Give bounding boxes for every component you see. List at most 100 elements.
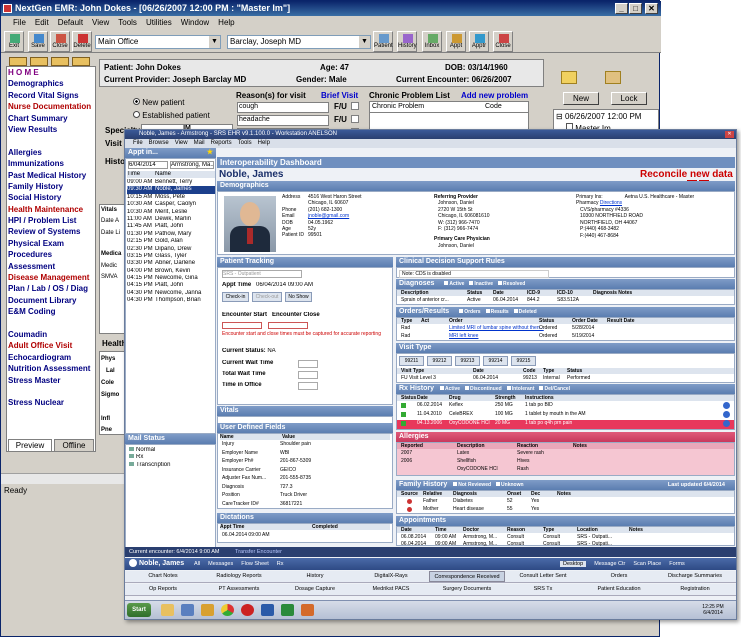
nav-item[interactable]: Health Maintenance [7, 204, 95, 215]
nav-item[interactable]: HPI / Problem List [7, 215, 95, 226]
rx-info-icon[interactable] [723, 402, 730, 409]
document-tab[interactable]: SRS Tx [505, 584, 581, 595]
srs-menu-mail[interactable]: Mail [194, 140, 205, 146]
exit-toolbar-button[interactable]: Exit [4, 31, 24, 52]
add-problem-link[interactable]: Add new problem [461, 91, 528, 100]
minimize-button[interactable]: _ [615, 3, 628, 14]
brief-visit-link[interactable]: Brief Visit [321, 91, 358, 100]
udf-row[interactable]: Adjuster Fax Num... 201-555-8735 [222, 475, 390, 484]
document-tab[interactable]: Radiology Reports [201, 571, 277, 582]
nav-item[interactable]: E&M Coding [7, 306, 95, 317]
menu-item-view[interactable]: View [92, 18, 109, 27]
menu-item-tools[interactable]: Tools [118, 18, 137, 27]
nav-item[interactable]: H O M E [7, 67, 95, 78]
inbox-toolbar-button[interactable]: Inbox [422, 31, 442, 52]
wait-field[interactable] [298, 360, 318, 368]
srs-menu-tools[interactable]: Tools [238, 140, 252, 146]
close-toolbar-button[interactable]: Close [493, 31, 513, 52]
filter-checkbox[interactable]: Unknown [496, 482, 524, 488]
srs-menu-file[interactable]: File [133, 140, 143, 146]
document-tab[interactable]: Op Reports [125, 584, 201, 595]
filter-checkbox[interactable]: Inactive [469, 281, 493, 287]
udf-row[interactable]: Employer Name WBI [222, 450, 390, 459]
rx-row[interactable]: 04.13.2006 OxyCODONE HCl 20 MG 1 tab po q4h… [397, 420, 734, 429]
document-tab[interactable]: Orders [581, 571, 657, 582]
filter-checkbox[interactable]: Active [440, 386, 460, 392]
nav-item[interactable]: Demographics [7, 78, 95, 89]
word-taskbar-icon[interactable] [261, 604, 274, 616]
menu-item-help[interactable]: Help [218, 18, 234, 27]
appt-date-select[interactable]: 6/04/2014 [128, 161, 168, 169]
nav-item[interactable]: Procedures [7, 249, 95, 260]
mail-item[interactable]: Normal [129, 447, 212, 454]
rx-info-icon[interactable] [723, 420, 730, 427]
udf-row[interactable]: Employer Ph# 201-867-5309 [222, 458, 390, 467]
filter-checkbox[interactable]: Deleted [513, 309, 537, 315]
desktop-tab[interactable]: Message Ctr [594, 561, 625, 567]
appt-row[interactable]: 10:30 AM Merit, Leslie [127, 209, 215, 216]
location-select[interactable]: Main Office ▼ [95, 35, 221, 49]
patient-toolbar-button[interactable]: Patient [373, 31, 393, 52]
document-tab[interactable]: Consult Letter Sent [505, 571, 581, 582]
document-tab[interactable]: PT Assessments [201, 584, 277, 595]
close-icon[interactable]: ✕ [725, 131, 734, 138]
clipboard-icon[interactable] [72, 57, 90, 66]
wait-field[interactable] [298, 382, 318, 390]
nav-item[interactable]: Nutrition Assessment [7, 363, 95, 374]
key-icon[interactable] [605, 71, 621, 84]
reason-field-1[interactable]: cough [237, 102, 329, 113]
appt-row[interactable]: 03:15 PM Glass, Tyler [127, 253, 215, 260]
nav-item[interactable]: Immunizations [7, 158, 95, 169]
dictation-row[interactable]: 06.04.2014 09:00 AM [222, 532, 270, 538]
lock-button[interactable]: Lock [611, 92, 647, 105]
folder-icon[interactable] [30, 57, 48, 66]
appt-row[interactable]: 04:30 PM Thompson, Brian [127, 297, 215, 304]
appt-toolbar-button[interactable]: Appt [446, 31, 466, 52]
directions-link[interactable]: Directions [600, 200, 622, 206]
star-icon[interactable]: ★ [207, 148, 213, 158]
tree-item-encounter[interactable]: ⊟ 06/26/2007 12:00 PM [556, 112, 641, 121]
srs-menu-view[interactable]: View [175, 140, 188, 146]
menu-item-window[interactable]: Window [181, 18, 209, 27]
filter-checkbox[interactable]: Results [485, 309, 509, 315]
order-row[interactable]: Rad Limited MRI of lumbar spine without t… [397, 325, 734, 333]
filter-checkbox[interactable]: Discontinued [465, 386, 502, 392]
allergy-row[interactable]: OxyCODONE HCl Rash [397, 466, 734, 474]
appt-row[interactable]: 04:15 PM Newcome, Gina [127, 275, 215, 282]
nav-item[interactable]: Chart Summary [7, 113, 95, 124]
nav-item[interactable]: Adult Office Visit [7, 340, 95, 351]
nav-item[interactable]: Nurse Documentation [7, 101, 95, 112]
nav-item[interactable]: Review of Systems [7, 226, 95, 237]
order-row[interactable]: Rad MRI left knee Ordered 5/19/2014 [397, 333, 734, 341]
established-patient-radio[interactable]: Established patient [133, 111, 210, 120]
appt-row[interactable]: 11:00 AM Dewik, Marlin [127, 216, 215, 223]
document-tab[interactable]: Chart Notes [125, 571, 201, 582]
nav-item[interactable]: Stress Nuclear [7, 397, 95, 408]
fu-checkbox[interactable] [351, 102, 359, 110]
menu-item-default[interactable]: Default [58, 18, 83, 27]
appt-row[interactable]: 02:15 PM Gold, Alan [127, 238, 215, 245]
visit-row[interactable]: FU Visit Level 3 06.04.2014 99213 Internal P… [397, 375, 734, 382]
appt-row[interactable]: 09:00 AM Bennett, Terry [127, 179, 215, 186]
allergy-row[interactable]: 2007 Latex Severe rash [397, 450, 734, 458]
app-taskbar-icon[interactable] [241, 604, 254, 616]
document-tab[interactable]: Discharge Summaries [657, 571, 733, 582]
delete-toolbar-button[interactable]: Delete [72, 31, 92, 52]
nav-item[interactable]: Coumadin [7, 329, 95, 340]
srs-menu-reports[interactable]: Reports [211, 140, 232, 146]
fu-checkbox[interactable] [351, 115, 359, 123]
explorer-taskbar-icon[interactable] [201, 604, 214, 616]
media-taskbar-icon[interactable] [181, 604, 194, 616]
close-window-button[interactable]: ✕ [645, 3, 658, 14]
desktop-tab[interactable]: Desktop [560, 561, 587, 567]
nav-item[interactable]: Disease Management [7, 272, 95, 283]
udf-row[interactable]: Position Truck Driver [222, 492, 390, 501]
udf-row[interactable]: CareTracker ID# 36817221 [222, 501, 390, 510]
document-tab[interactable]: Medrikst PACS [353, 584, 429, 595]
filter-checkbox[interactable]: Resolved [498, 281, 525, 287]
reconcile-link[interactable]: Reconcile new data [640, 169, 733, 180]
nav-item[interactable]: Echocardiogram [7, 352, 95, 363]
document-icon[interactable] [51, 57, 69, 66]
desktop-tab[interactable]: Scan Place [633, 561, 661, 567]
nav-item[interactable]: Record Vital Signs [7, 90, 95, 101]
